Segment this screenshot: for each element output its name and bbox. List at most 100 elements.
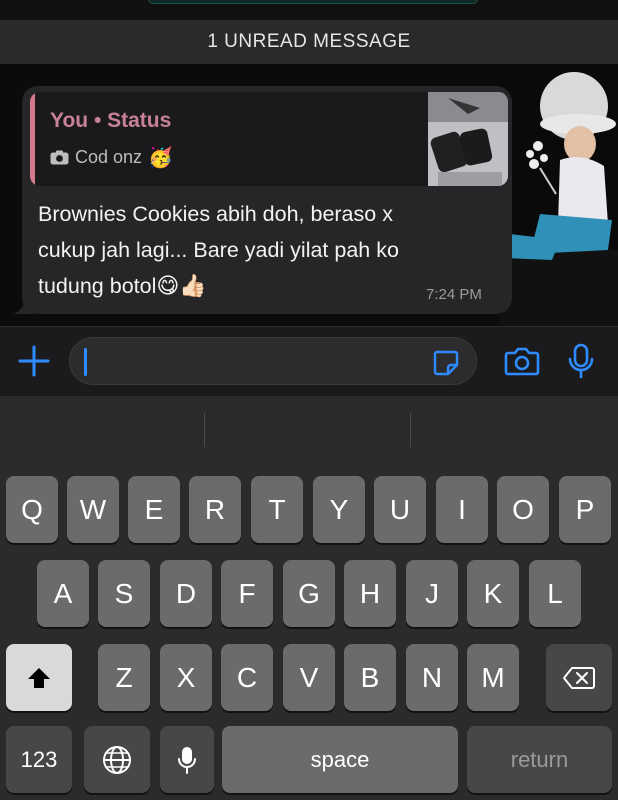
key-y[interactable]: Y (313, 476, 365, 543)
key-label: D (175, 577, 197, 609)
on-screen-keyboard: Q W E R T Y U I O P A S D F G H J K L Z … (0, 396, 618, 800)
key-t[interactable]: T (251, 476, 303, 543)
message-emojis: 😋👍🏻 (156, 273, 207, 298)
backspace-icon (563, 666, 595, 689)
key-x[interactable]: X (160, 644, 212, 711)
shift-key[interactable] (6, 644, 72, 711)
globe-icon (103, 745, 131, 774)
quote-caption: Cod onz 🥳 (50, 144, 173, 170)
text-caret (84, 348, 87, 376)
key-label: Q (21, 493, 43, 525)
key-label: M (481, 661, 505, 693)
key-h[interactable]: H (344, 560, 396, 627)
attach-button[interactable] (14, 341, 54, 381)
shift-icon (28, 667, 50, 688)
key-label: N (421, 661, 443, 693)
message-line-last: tudung botol😋👍🏻 (38, 268, 488, 304)
status-thumbnail[interactable] (428, 92, 508, 186)
key-n[interactable]: N (406, 644, 458, 711)
key-label: C (236, 661, 258, 693)
key-label: return (510, 746, 569, 772)
key-label: K (483, 577, 503, 609)
return-key[interactable]: return (467, 726, 612, 793)
key-j[interactable]: J (406, 560, 458, 627)
key-a[interactable]: A (37, 560, 89, 627)
microphone-icon (178, 746, 196, 774)
quote-accent-bar (30, 92, 35, 186)
key-k[interactable]: K (467, 560, 519, 627)
key-label: S (114, 577, 134, 609)
partying-face-emoji: 🥳 (148, 146, 173, 169)
numbers-key[interactable]: 123 (6, 726, 72, 793)
message-line: tudung botol (38, 274, 157, 298)
globe-key[interactable] (84, 726, 150, 793)
suggestion-divider (204, 413, 205, 447)
key-label: H (359, 577, 381, 609)
key-label: B (360, 661, 380, 693)
wallpaper-illustration (500, 64, 618, 326)
top-strip (0, 0, 618, 20)
key-g[interactable]: G (283, 560, 335, 627)
unread-banner: 1 UNREAD MESSAGE (0, 20, 618, 64)
voice-message-button[interactable] (564, 341, 598, 381)
message-timestamp: 7:24 PM (426, 286, 482, 303)
key-o[interactable]: O (497, 476, 549, 543)
key-label: A (53, 577, 73, 609)
key-label: R (204, 493, 226, 525)
key-r[interactable]: R (189, 476, 241, 543)
message-line: cukup jah lagi... Bare yadi yilat pah ko (38, 238, 399, 262)
key-label: 123 (20, 746, 58, 772)
delete-key[interactable] (546, 644, 612, 711)
suggestion-bar (0, 396, 618, 466)
plus-icon (18, 345, 50, 377)
key-label: O (512, 493, 534, 525)
top-pill (148, 0, 478, 4)
key-label: U (389, 493, 411, 525)
key-label: T (268, 493, 286, 525)
quote-title: You • Status (50, 109, 172, 132)
microphone-icon (568, 343, 594, 379)
key-q[interactable]: Q (6, 476, 58, 543)
camera-button[interactable] (502, 343, 542, 379)
key-l[interactable]: L (529, 560, 581, 627)
key-i[interactable]: I (436, 476, 488, 543)
key-s[interactable]: S (98, 560, 150, 627)
key-b[interactable]: B (344, 644, 396, 711)
quoted-status-reply[interactable]: You • Status Cod onz 🥳 (30, 92, 508, 186)
key-label: L (547, 577, 563, 609)
key-label: W (79, 493, 107, 525)
message-input-bar (0, 326, 618, 396)
key-label: Z (115, 661, 133, 693)
key-v[interactable]: V (283, 644, 335, 711)
key-e[interactable]: E (128, 476, 180, 543)
camera-icon (50, 150, 69, 164)
message-input[interactable] (69, 337, 477, 385)
message-line: Brownies Cookies abih doh, beraso x (38, 202, 393, 226)
suggestion-divider (410, 413, 411, 447)
key-label: V (299, 661, 319, 693)
key-u[interactable]: U (374, 476, 426, 543)
key-c[interactable]: C (221, 644, 273, 711)
key-label: Y (329, 493, 349, 525)
key-f[interactable]: F (221, 560, 273, 627)
key-z[interactable]: Z (98, 644, 150, 711)
key-label: P (575, 493, 595, 525)
key-label: G (298, 577, 320, 609)
key-label: X (176, 661, 196, 693)
key-m[interactable]: M (467, 644, 519, 711)
key-label: I (458, 493, 466, 525)
space-key[interactable]: space (222, 726, 458, 793)
key-label: space (310, 746, 370, 772)
camera-icon (504, 347, 540, 376)
key-p[interactable]: P (559, 476, 611, 543)
key-w[interactable]: W (67, 476, 119, 543)
key-label: F (238, 577, 256, 609)
message-text: Brownies Cookies abih doh, beraso x cuku… (38, 196, 488, 304)
dictation-key[interactable] (160, 726, 214, 793)
quote-caption-text: Cod onz (75, 146, 143, 167)
key-label: E (144, 493, 164, 525)
key-d[interactable]: D (160, 560, 212, 627)
chat-area: 1 UNREAD MESSAGE You • Status Cod onz 🥳 (0, 0, 618, 326)
sticker-icon[interactable] (432, 349, 460, 377)
key-label: J (425, 577, 439, 609)
